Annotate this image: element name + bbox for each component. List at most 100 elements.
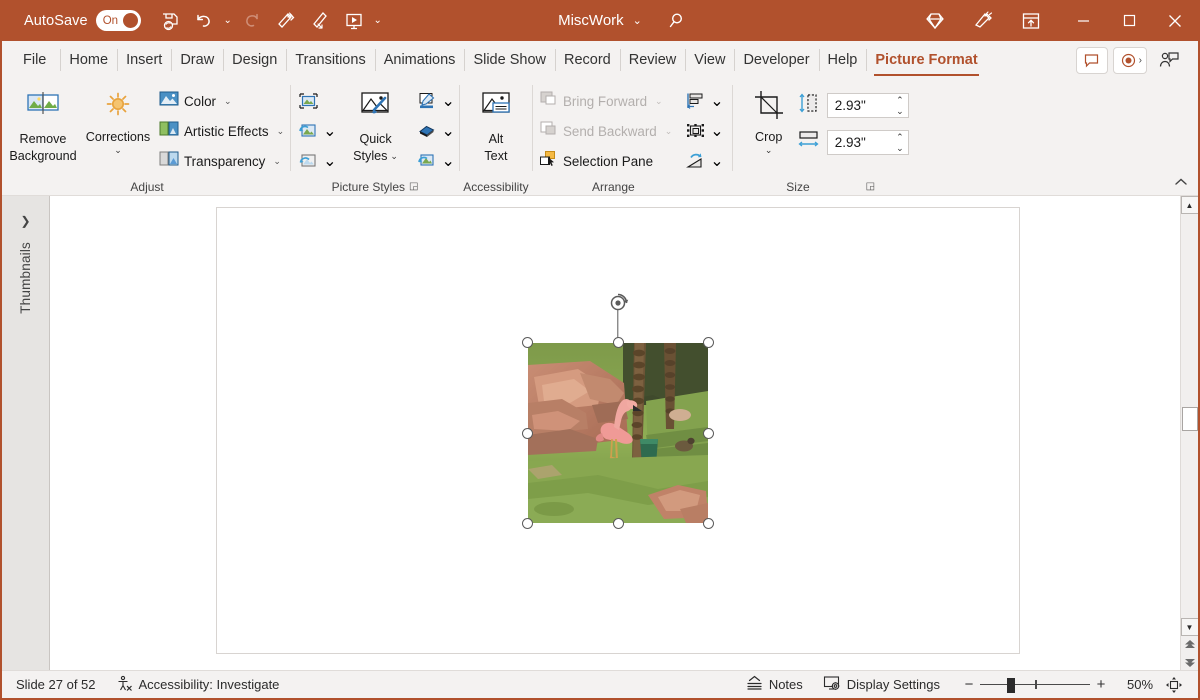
color-button[interactable]: Color ⌄ (155, 86, 288, 116)
zoom-in-button[interactable]: + (1090, 678, 1112, 692)
resize-handle-n[interactable] (613, 337, 624, 348)
pen-icon[interactable] (303, 4, 337, 38)
next-slide-button[interactable] (1181, 653, 1199, 670)
selection-pane-button[interactable]: Selection Pane (535, 146, 676, 176)
record-chevron-icon[interactable]: › (1139, 55, 1142, 66)
tab-file[interactable]: File (14, 41, 60, 79)
shape-height-input[interactable]: 2.93" ⌃ ⌄ (827, 93, 909, 118)
comments-icon[interactable] (1076, 47, 1108, 74)
crop-chevron-down-icon[interactable]: ⌄ (765, 146, 773, 155)
resize-handle-w[interactable] (522, 428, 533, 439)
rotate-chevron-down-icon[interactable]: ⌄ (710, 151, 723, 171)
thumbnails-pane-collapsed[interactable]: ❯ Thumbnails (2, 196, 50, 670)
present-icon[interactable] (337, 4, 371, 38)
maximize-button[interactable] (1106, 0, 1152, 41)
autosave-toggle[interactable]: On (96, 10, 141, 31)
undo-chevron-down-icon[interactable]: ⌄ (221, 15, 235, 26)
bring-forward-button[interactable]: Bring Forward ⌄ (535, 86, 676, 116)
resize-handle-sw[interactable] (522, 518, 533, 529)
reset-picture-button[interactable]: ⌄ (293, 146, 338, 176)
tab-animations[interactable]: Animations (375, 41, 465, 79)
scroll-up-button[interactable]: ▲ (1181, 196, 1199, 214)
tab-review[interactable]: Review (620, 41, 686, 79)
quick-styles-button[interactable]: Quick Styles ⌄ (340, 85, 412, 164)
quick-styles-chevron-down-icon[interactable]: ⌄ (390, 152, 398, 161)
accessibility-status[interactable]: Accessibility: Investigate (106, 671, 290, 699)
corrections-button[interactable]: Corrections ⌄ (81, 85, 155, 155)
undo-icon[interactable] (187, 4, 221, 38)
start-inking-icon[interactable] (269, 4, 303, 38)
previous-slide-button[interactable] (1181, 636, 1199, 653)
tab-design[interactable]: Design (223, 41, 286, 79)
thumbnails-expand-chevron-icon[interactable]: ❯ (20, 214, 30, 228)
picture-layout-chevron-down-icon[interactable]: ⌄ (442, 151, 455, 171)
search-icon[interactable] (662, 6, 692, 36)
artistic-effects-chevron-down-icon[interactable]: ⌄ (277, 126, 285, 137)
tab-picture-format[interactable]: Picture Format (866, 41, 986, 79)
zoom-out-button[interactable]: − (958, 678, 980, 692)
minimize-button[interactable] (1060, 0, 1106, 41)
height-stepper-down[interactable]: ⌄ (896, 106, 904, 117)
remove-background-button[interactable]: Remove Background (6, 85, 80, 164)
size-dialog-launcher[interactable]: ◲ (866, 181, 875, 192)
diamond-icon[interactable] (918, 4, 952, 38)
crop-button[interactable]: Crop ⌄ (741, 85, 797, 155)
tab-developer[interactable]: Developer (734, 41, 818, 79)
width-stepper-up[interactable]: ⌃ (896, 132, 904, 143)
slide-counter[interactable]: Slide 27 of 52 (2, 671, 106, 699)
scrollbar-track[interactable] (1181, 214, 1199, 618)
slide-canvas[interactable] (50, 196, 1180, 670)
zoom-slider-track[interactable] (980, 671, 1090, 699)
picture-border-button[interactable]: ⌄ (412, 86, 457, 116)
send-backward-button[interactable]: Send Backward ⌄ (535, 116, 676, 146)
tab-view[interactable]: View (685, 41, 734, 79)
send-backward-chevron-down-icon[interactable]: ⌄ (665, 126, 673, 137)
bring-forward-chevron-down-icon[interactable]: ⌄ (655, 96, 663, 107)
change-picture-button[interactable]: ⌄ (293, 116, 338, 146)
picture-layout-button[interactable]: ⌄ (412, 146, 457, 176)
collapse-ribbon-button[interactable] (1170, 172, 1192, 192)
artistic-effects-button[interactable]: Artistic Effects ⌄ (155, 116, 288, 146)
title-chevron-down-icon[interactable]: ⌄ (633, 14, 642, 27)
display-settings-button[interactable]: Display Settings (813, 671, 950, 699)
zoom-level-label[interactable]: 50% (1120, 677, 1160, 692)
scrollbar-thumb[interactable] (1182, 407, 1198, 431)
flamingo-photo[interactable] (528, 343, 708, 523)
picture-effects-chevron-down-icon[interactable]: ⌄ (442, 121, 455, 141)
resize-handle-s[interactable] (613, 518, 624, 529)
compress-pictures-icon[interactable] (293, 86, 323, 116)
picture-effects-button[interactable]: ⌄ (412, 116, 457, 146)
vertical-scrollbar[interactable]: ▲ ▼ (1180, 196, 1198, 670)
width-stepper-down[interactable]: ⌄ (896, 143, 904, 154)
notes-button[interactable]: Notes (736, 671, 813, 699)
picture-styles-dialog-launcher[interactable]: ◲ (409, 181, 418, 192)
tab-slide-show[interactable]: Slide Show (464, 41, 555, 79)
fit-to-window-icon[interactable] (1160, 671, 1188, 699)
tab-help[interactable]: Help (819, 41, 867, 79)
tab-home[interactable]: Home (60, 41, 117, 79)
resize-handle-se[interactable] (703, 518, 714, 529)
rotate-handle[interactable] (607, 292, 629, 314)
zoom-slider-thumb[interactable] (1007, 678, 1015, 693)
alt-text-button[interactable]: Alt Text (462, 85, 530, 164)
rotate-button[interactable]: ⌄ (680, 146, 725, 176)
resize-handle-e[interactable] (703, 428, 714, 439)
tab-draw[interactable]: Draw (171, 41, 223, 79)
scroll-down-button[interactable]: ▼ (1181, 618, 1199, 636)
shape-width-input[interactable]: 2.93" ⌃ ⌄ (827, 130, 909, 155)
align-chevron-down-icon[interactable]: ⌄ (710, 91, 723, 111)
ribbon-display-options-icon[interactable] (1014, 4, 1048, 38)
reset-picture-chevron-down-icon[interactable]: ⌄ (323, 151, 336, 171)
zoom-slider[interactable]: − + (958, 671, 1112, 699)
resize-handle-nw[interactable] (522, 337, 533, 348)
redo-icon[interactable] (235, 4, 269, 38)
align-button[interactable]: ⌄ (680, 86, 725, 116)
save-icon[interactable] (153, 4, 187, 38)
close-button[interactable] (1152, 0, 1198, 41)
record-button[interactable]: › (1113, 47, 1147, 74)
pen-highlighter-icon[interactable] (966, 4, 1000, 38)
share-icon[interactable] (1152, 46, 1186, 74)
group-button[interactable]: ⌄ (680, 116, 725, 146)
group-chevron-down-icon[interactable]: ⌄ (710, 121, 723, 141)
picture-border-chevron-down-icon[interactable]: ⌄ (442, 91, 455, 111)
